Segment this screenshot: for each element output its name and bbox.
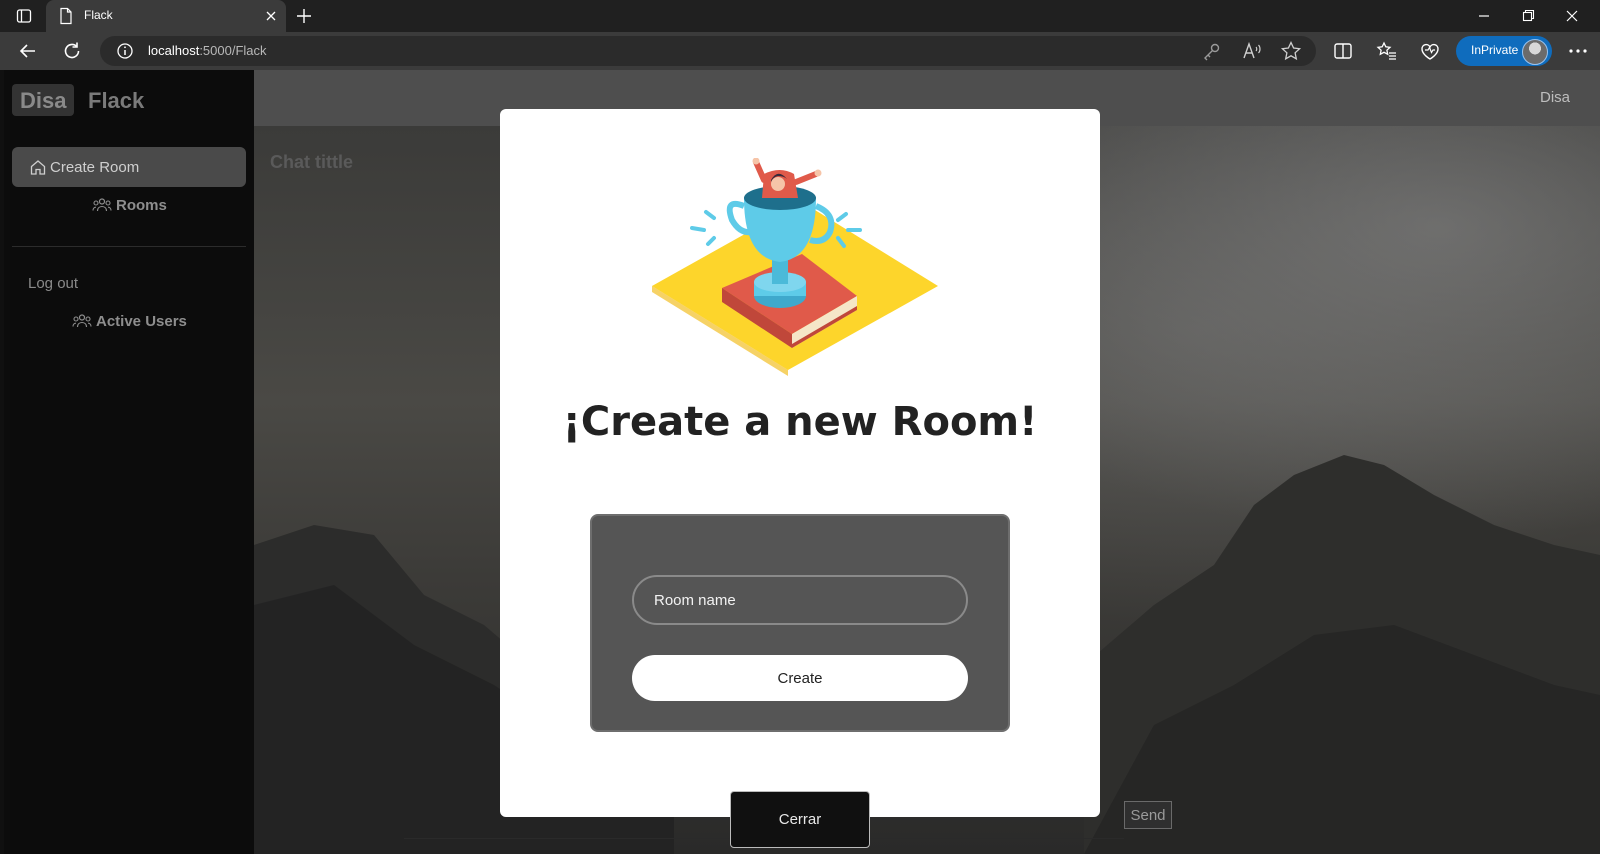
brand-badge-text: Disa: [20, 88, 67, 113]
logout-link[interactable]: Log out: [28, 275, 78, 292]
url-host: localhost: [148, 43, 200, 58]
new-tab-icon[interactable]: [294, 6, 314, 26]
url-path: :5000/Flack: [199, 43, 267, 58]
home-icon: [30, 160, 46, 175]
navbar-username[interactable]: Disa: [1540, 89, 1570, 106]
restore-icon[interactable]: [1514, 6, 1542, 26]
sidebar: [4, 70, 254, 854]
sidebar-item-rooms[interactable]: Rooms: [116, 197, 167, 214]
profile-avatar[interactable]: [1522, 39, 1548, 65]
brand-name[interactable]: Flack: [88, 88, 144, 114]
read-aloud-icon[interactable]: [1240, 39, 1264, 63]
people-icon: [92, 198, 112, 212]
modal-heading: ¡Create a new Room!: [562, 399, 1038, 445]
send-button[interactable]: Send: [1124, 801, 1172, 829]
people-icon: [72, 314, 92, 328]
sidebar-divider: [12, 246, 246, 247]
chat-title: Chat tittle: [270, 152, 353, 172]
more-options-icon[interactable]: [1566, 39, 1590, 63]
tab-title: Flack: [84, 8, 113, 22]
favorites-list-icon[interactable]: [1375, 39, 1399, 63]
trophy-illustration: [652, 158, 938, 376]
url-text[interactable]: localhost:5000/Flack: [148, 43, 267, 58]
close-tab-icon[interactable]: [262, 7, 280, 25]
split-screen-icon[interactable]: [1331, 39, 1355, 63]
sidebar-item-label: Create Room: [50, 159, 140, 176]
room-name-input[interactable]: [632, 575, 968, 625]
site-info-icon[interactable]: [116, 42, 134, 60]
refresh-icon[interactable]: [60, 39, 84, 63]
sidebar-item-active-users[interactable]: Active Users: [96, 313, 187, 330]
back-arrow-icon[interactable]: [16, 39, 40, 63]
address-bar[interactable]: [100, 36, 1316, 66]
create-room-button[interactable]: Create: [632, 655, 968, 701]
tab-actions-icon[interactable]: [16, 8, 32, 24]
inprivate-label: InPrivate: [1471, 43, 1519, 57]
browser-essentials-icon[interactable]: [1418, 39, 1442, 63]
page-icon: [60, 7, 72, 25]
favorite-star-icon[interactable]: [1279, 39, 1303, 63]
browser-tab[interactable]: [46, 0, 286, 32]
close-modal-button[interactable]: Cerrar: [730, 791, 870, 848]
minimize-icon[interactable]: [1470, 6, 1498, 26]
key-icon[interactable]: [1200, 39, 1224, 63]
close-window-icon[interactable]: [1558, 6, 1586, 26]
